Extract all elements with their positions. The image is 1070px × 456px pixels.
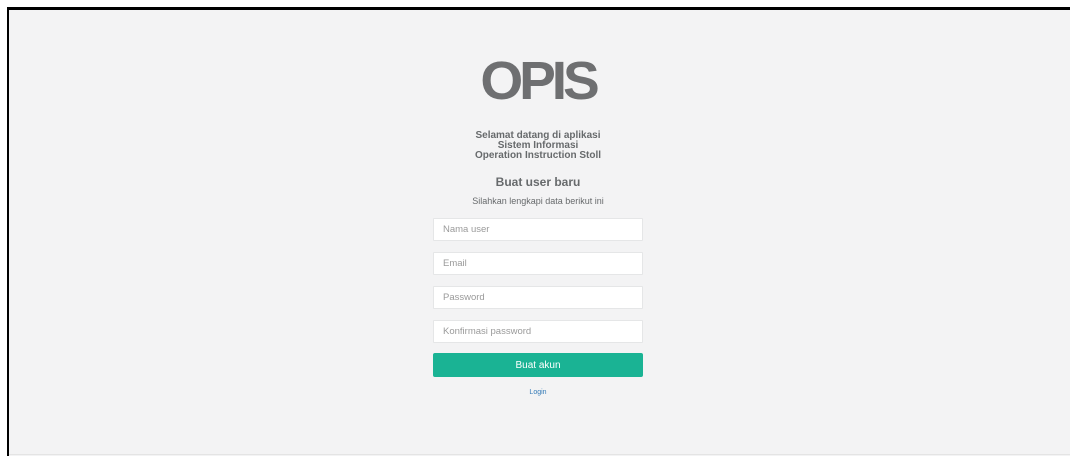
form-subtitle: Silahkan lengkapi data berikut ini xyxy=(472,196,604,206)
login-link[interactable]: Login xyxy=(433,389,643,396)
form-heading: Buat user baru xyxy=(495,175,581,189)
welcome-line-3: Operation Instruction Stoll xyxy=(474,150,602,161)
username-input[interactable] xyxy=(433,218,643,241)
create-account-button[interactable]: Buat akun xyxy=(433,353,643,377)
confirm-password-input[interactable] xyxy=(433,320,643,343)
app-logo: OPIS xyxy=(480,51,599,111)
bottom-divider xyxy=(9,454,1070,455)
password-input[interactable] xyxy=(433,286,643,309)
welcome-text: Selamat datang di aplikasi Sistem Inform… xyxy=(433,131,643,161)
email-input[interactable] xyxy=(433,252,643,275)
